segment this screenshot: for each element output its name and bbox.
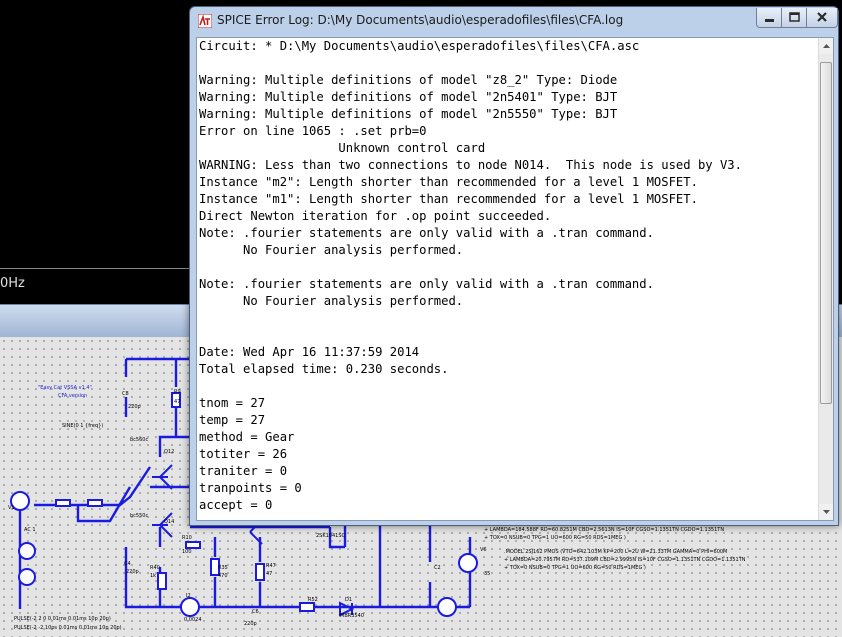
- close-icon: [817, 12, 827, 22]
- log-window-title: SPICE Error Log: D:\My Documents\audio\e…: [217, 13, 624, 27]
- r47-value: 47: [266, 571, 272, 577]
- r47-label: R47: [266, 563, 276, 569]
- frequency-tick-label: 0Hz: [0, 276, 25, 291]
- ac-label: AC 1: [24, 527, 36, 533]
- log-line: No Fourier analysis performed.: [199, 294, 464, 308]
- v6-label: V6: [480, 547, 487, 553]
- c6-value: 220p: [244, 621, 257, 627]
- d1-model: MBR3540: [340, 613, 364, 619]
- log-line: Note: .fourier statements are only valid…: [199, 277, 654, 291]
- log-line: Warning: Multiple definitions of model "…: [199, 73, 618, 87]
- maximize-icon: [789, 12, 800, 22]
- r9-label: R9: [174, 389, 181, 395]
- log-line: Instance "m2": Length shorter than recom…: [199, 175, 698, 189]
- log-line: method = Gear: [199, 430, 295, 444]
- log-window-titlebar[interactable]: SPICE Error Log: D:\My Documents\audio\e…: [190, 7, 838, 37]
- r52-label: R52: [308, 597, 318, 603]
- log-line: Warning: Multiple definitions of model "…: [199, 107, 618, 121]
- schematic-title-label: "Easy Cat VSSA v1.4": [38, 385, 92, 391]
- model-line-1: + LAMBDA=184.588F RD=60.8251M CBD=2.5613…: [484, 527, 724, 533]
- q12-label: Q12: [164, 449, 174, 455]
- model-line-3: .MODEL 2SJ162 PMOS (VTO=642.103M KP=200 …: [504, 549, 727, 555]
- log-line: Warning: Multiple definitions of model "…: [199, 90, 618, 104]
- log-line: Date: Wed Apr 16 11:37:59 2014: [199, 345, 420, 359]
- log-line: traniter = 0: [199, 464, 288, 478]
- q14-label: Q14: [164, 519, 174, 525]
- i2-label: I2: [186, 593, 191, 599]
- model-line-5: + TOX=0 NSUB=0 TPG=1 UO=600 RG=50 RDS=1M…: [504, 565, 646, 571]
- sine-source-label: SINE(0 1 {freq}): [62, 423, 103, 429]
- i2-value: 0.0024: [184, 617, 202, 623]
- scroll-up-button[interactable]: [819, 38, 833, 54]
- c8-value: 220p: [128, 404, 141, 410]
- log-text[interactable]: Circuit: * D:\My Documents\audio\esperad…: [199, 38, 817, 520]
- q12-model: bc560c: [130, 437, 148, 443]
- log-text-area[interactable]: Circuit: * D:\My Documents\audio\esperad…: [196, 37, 834, 521]
- r9-value: 47: [174, 399, 180, 405]
- arrow-up-icon: [823, 44, 830, 48]
- scroll-down-button[interactable]: [819, 504, 833, 520]
- log-line: tranpoints = 0: [199, 481, 302, 495]
- minimize-button[interactable]: [756, 8, 783, 28]
- minimize-icon: [765, 19, 774, 22]
- r10-label: R10: [182, 535, 192, 541]
- c6-label: C6: [252, 609, 259, 615]
- ltspice-app-icon: [198, 14, 212, 28]
- spice-error-log-window[interactable]: SPICE Error Log: D:\My Documents\audio\e…: [189, 6, 839, 526]
- v1-label: V1: [8, 505, 15, 511]
- d1-label: D1: [345, 597, 352, 603]
- scrollbar-thumb[interactable]: [820, 62, 832, 404]
- arrow-down-icon: [823, 510, 830, 514]
- maximize-button[interactable]: [781, 8, 808, 28]
- pulse-source-1: PULSE(-2 2 0 0.01ms 0.01ms 10p 20p): [14, 616, 111, 622]
- vertical-scrollbar[interactable]: [818, 38, 833, 520]
- c4-label: C4: [124, 561, 131, 567]
- log-line: accept = 0: [199, 498, 273, 512]
- v6-value: 35: [484, 571, 490, 577]
- waveform-axis: [0, 268, 190, 269]
- pulse-source-2: PULSE(-2 -2 10ps 0.01ms 0.01ms 10p 20p): [14, 625, 122, 631]
- model-line-2: + TOX=0 NSUB=0 TPG=1 UO=600 RG=50 RDS=1M…: [484, 535, 626, 541]
- close-button[interactable]: [806, 8, 838, 28]
- log-line: totiter = 26: [199, 447, 288, 461]
- log-line: Unknown control card: [199, 141, 486, 155]
- log-line: Direct Newton iteration for .op point su…: [199, 209, 552, 223]
- log-line: No Fourier analysis performed.: [199, 243, 464, 257]
- log-line: tnom = 27: [199, 396, 266, 410]
- model-line-4: + LAMBDA=20.7957M RD=537.109M CBD=2.9995…: [504, 557, 746, 563]
- log-line: temp = 27: [199, 413, 266, 427]
- schematic-subtitle-label: CFA version: [58, 393, 87, 399]
- log-line: WARNING: Less than two connections to no…: [199, 158, 742, 172]
- r10-value: 100: [182, 549, 192, 555]
- r35-label: R35: [218, 565, 228, 571]
- c2-label: C2: [434, 565, 441, 571]
- r40-value: 1k: [150, 573, 156, 579]
- r35-value: 470: [218, 573, 228, 579]
- q14-model: bc550c: [130, 513, 148, 519]
- log-line: Total elapsed time: 0.230 seconds.: [199, 362, 449, 376]
- c8-label: C8: [122, 391, 129, 397]
- log-line: Circuit: * D:\My Documents\audio\esperad…: [199, 39, 640, 53]
- log-line: Error on line 1065 : .set prb=0: [199, 124, 427, 138]
- log-line: Instance "m1": Length shorter than recom…: [199, 192, 698, 206]
- mosfet-model-label: 2SK1041SC: [316, 533, 346, 539]
- c4-value: 220p: [126, 569, 139, 575]
- log-line: Note: .fourier statements are only valid…: [199, 226, 654, 240]
- r40-label: R40: [150, 565, 160, 571]
